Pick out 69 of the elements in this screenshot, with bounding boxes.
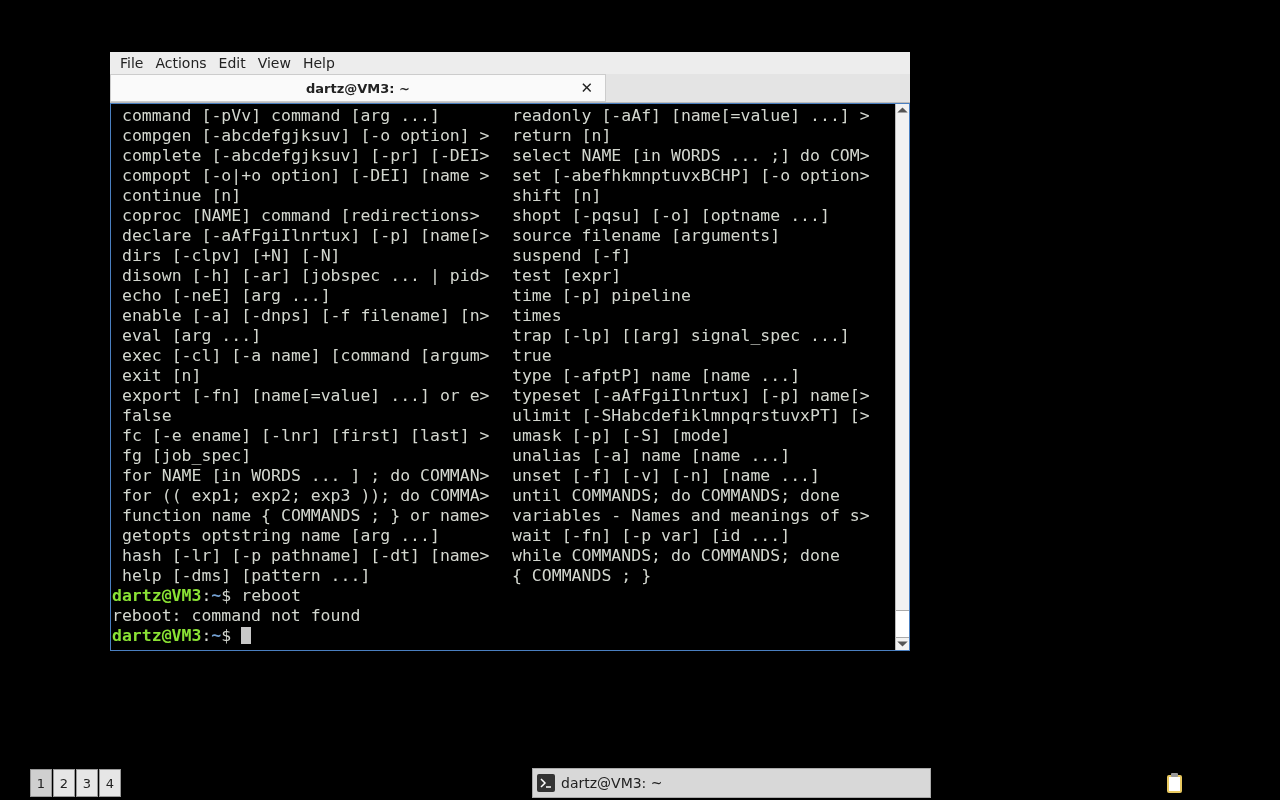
help-entry: continue [n]	[122, 186, 243, 206]
help-entry: umask [-p] [-S] [mode]	[512, 426, 732, 446]
help-entry: source filename [arguments]	[512, 226, 782, 246]
help-entry: readonly [-aAf] [name[=value] ...] >	[512, 106, 871, 126]
help-entry: shopt [-pqsu] [-o] [optname ...]	[512, 206, 831, 226]
help-entry: times	[512, 306, 563, 326]
workspace-button[interactable]: 3	[76, 769, 98, 797]
tab-title: dartz@VM3: ~	[306, 80, 410, 96]
help-entry: disown [-h] [-ar] [jobspec ... | pid>	[122, 266, 491, 286]
task-title: dartz@VM3: ~	[561, 775, 663, 791]
help-entry: shift [n]	[512, 186, 603, 206]
help-entry: for (( exp1; exp2; exp3 )); do COMMA>	[122, 486, 491, 506]
help-entry: { COMMANDS ; }	[512, 566, 653, 586]
help-entry: typeset [-aAfFgiIlnrtux] [-p] name[>	[512, 386, 871, 406]
help-entry: function name { COMMANDS ; } or name>	[122, 506, 491, 526]
help-entry: variables - Names and meanings of s>	[512, 506, 871, 526]
scrollbar-thumb[interactable]	[896, 610, 909, 638]
help-entry: false	[122, 406, 173, 426]
menu-item[interactable]: View	[251, 55, 297, 71]
output-line: reboot: command not found	[111, 606, 362, 626]
help-entry: declare [-aAfFgiIlnrtux] [-p] [name[>	[122, 226, 491, 246]
command-line: dartz@VM3:~$ reboot	[111, 586, 302, 606]
help-entry: unalias [-a] name [name ...]	[512, 446, 792, 466]
terminal-icon	[537, 774, 555, 792]
help-entry: suspend [-f]	[512, 246, 633, 266]
taskbar-task[interactable]: dartz@VM3: ~	[532, 768, 931, 798]
help-entry: exit [n]	[122, 366, 203, 386]
help-entry: help [-dms] [pattern ...]	[122, 566, 372, 586]
help-entry: select NAME [in WORDS ... ;] do COM>	[512, 146, 871, 166]
help-entry: compopt [-o|+o option] [-DEI] [name >	[122, 166, 491, 186]
help-entry: time [-p] pipeline	[512, 286, 692, 306]
menu-item[interactable]: Help	[296, 55, 341, 71]
help-entry: enable [-a] [-dnps] [-f filename] [n>	[122, 306, 491, 326]
workspace-button[interactable]: 1	[30, 769, 52, 797]
help-entry: export [-fn] [name[=value] ...] or e>	[122, 386, 491, 406]
help-entry: trap [-lp] [[arg] signal_spec ...]	[512, 326, 851, 346]
menu-item[interactable]: Edit	[212, 55, 252, 71]
help-entry: ulimit [-SHabcdefiklmnpqrstuvxPT] [>	[512, 406, 871, 426]
workspace-button[interactable]: 4	[99, 769, 121, 797]
help-entry: wait [-fn] [-p var] [id ...]	[512, 526, 792, 546]
help-entry: unset [-f] [-v] [-n] [name ...]	[512, 466, 821, 486]
menu-item[interactable]: File	[114, 55, 150, 71]
help-entry: until COMMANDS; do COMMANDS; done	[512, 486, 841, 506]
help-entry: while COMMANDS; do COMMANDS; done	[512, 546, 841, 566]
help-entry: return [n]	[512, 126, 613, 146]
command-line: dartz@VM3:~$	[111, 626, 895, 646]
help-entry: fc [-e ename] [-lnr] [first] [last] >	[122, 426, 491, 446]
help-entry: coproc [NAME] command [redirections>	[122, 206, 481, 226]
help-entry: type [-afptP] name [name ...]	[512, 366, 802, 386]
clipboard-icon[interactable]	[1165, 772, 1185, 794]
help-entry: true	[512, 346, 553, 366]
help-entry: fg [job_spec]	[122, 446, 253, 466]
help-entry: getopts optstring name [arg ...]	[122, 526, 441, 546]
help-entry: echo [-neE] [arg ...]	[122, 286, 332, 306]
help-entry: test [expr]	[512, 266, 623, 286]
help-entry: command [-pVv] command [arg ...]	[122, 106, 441, 126]
menu-item[interactable]: Actions	[149, 55, 213, 71]
workspace-button[interactable]: 2	[53, 769, 75, 797]
help-entry: complete [-abcdefgjksuv] [-pr] [-DEI>	[122, 146, 491, 166]
help-entry: compgen [-abcdefgjksuv] [-o option] >	[122, 126, 491, 146]
help-entry: eval [arg ...]	[122, 326, 263, 346]
help-entry: set [-abefhkmnptuvxBCHP] [-o option>	[512, 166, 871, 186]
help-entry: dirs [-clpv] [+N] [-N]	[122, 246, 342, 266]
scrollbar[interactable]	[895, 104, 909, 650]
terminal-tab[interactable]: dartz@VM3: ~ ✕	[110, 74, 606, 102]
help-entry: hash [-lr] [-p pathname] [-dt] [name>	[122, 546, 491, 566]
close-icon[interactable]: ✕	[580, 79, 593, 97]
help-entry: exec [-cl] [-a name] [command [argum>	[122, 346, 491, 366]
help-entry: for NAME [in WORDS ... ] ; do COMMAN>	[122, 466, 491, 486]
